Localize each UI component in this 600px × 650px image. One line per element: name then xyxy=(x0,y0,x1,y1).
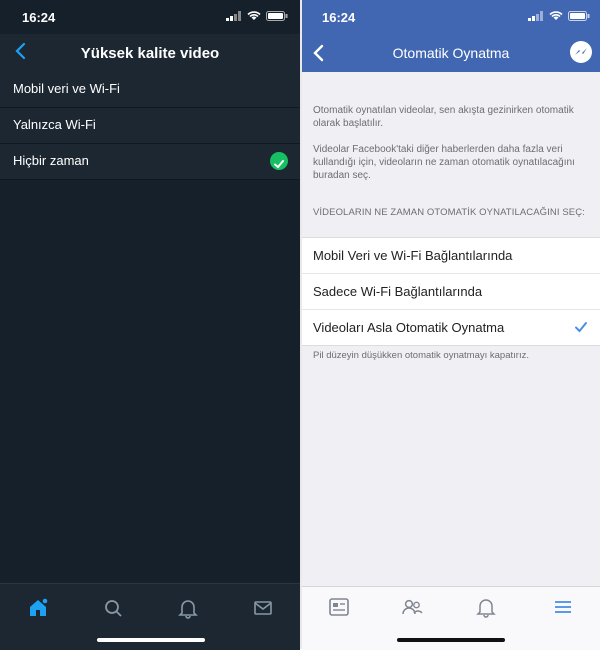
video-quality-options: Mobil veri ve Wi-Fi Yalnızca Wi-Fi Hiçbi… xyxy=(0,72,300,180)
option-label: Yalnızca Wi-Fi xyxy=(13,117,96,132)
twitter-screen: 16:24 Yüksek kalite video Mobil veri ve … xyxy=(0,0,300,650)
messenger-icon[interactable] xyxy=(570,41,592,63)
search-icon[interactable] xyxy=(101,596,125,620)
page-title: Yüksek kalite video xyxy=(80,45,220,62)
screenshot: 16:24 Yüksek kalite video Mobil veri ve … xyxy=(0,0,600,650)
selected-check-icon xyxy=(270,152,288,170)
tab-bar xyxy=(302,586,600,650)
page-title: Otomatik Oynatma xyxy=(392,45,510,61)
option-label: Sadece Wi-Fi Bağlantılarında xyxy=(313,284,483,299)
status-time: 16:24 xyxy=(322,10,356,25)
status-time: 16:24 xyxy=(22,10,56,25)
menu-icon[interactable] xyxy=(552,596,574,618)
facebook-screen: 16:24 Otomatik Oynatma Otomatik oynatıla… xyxy=(302,0,600,650)
battery-icon xyxy=(568,11,590,21)
signal-icon xyxy=(226,11,241,21)
option-wifi-only[interactable]: Sadece Wi-Fi Bağlantılarında xyxy=(302,274,600,310)
status-bar: 16:24 xyxy=(0,0,300,34)
option-label: Hiçbir zaman xyxy=(13,153,89,168)
bell-icon[interactable] xyxy=(475,596,497,618)
option-label: Videoları Asla Otomatik Oynatma xyxy=(313,320,505,335)
wifi-icon xyxy=(549,11,563,20)
friends-icon[interactable] xyxy=(401,596,423,618)
nav-bar: Otomatik Oynatma xyxy=(302,34,600,72)
option-never[interactable]: Hiçbir zaman xyxy=(0,144,300,180)
status-bar: 16:24 xyxy=(302,0,600,34)
signal-icon xyxy=(528,11,543,21)
option-label: Mobil Veri ve Wi-Fi Bağlantılarında xyxy=(313,248,513,263)
nav-bar: Yüksek kalite video xyxy=(0,34,300,72)
option-never-autoplay[interactable]: Videoları Asla Otomatik Oynatma xyxy=(302,310,600,345)
tab-bar xyxy=(0,583,300,650)
section-header: VİDEOLARIN NE ZAMAN OTOMATİK OYNATILACAĞ… xyxy=(313,207,585,218)
checkmark-icon xyxy=(575,322,587,333)
home-indicator xyxy=(97,638,205,642)
status-icons xyxy=(226,11,288,21)
option-mobile-and-wifi[interactable]: Mobil Veri ve Wi-Fi Bağlantılarında xyxy=(302,238,600,274)
autoplay-options: Mobil Veri ve Wi-Fi Bağlantılarında Sade… xyxy=(302,237,600,346)
news-feed-icon[interactable] xyxy=(328,596,350,618)
option-label: Mobil veri ve Wi-Fi xyxy=(13,81,120,96)
home-indicator xyxy=(397,638,505,642)
bell-icon[interactable] xyxy=(176,596,200,620)
battery-icon xyxy=(266,11,288,21)
intro-paragraph-1: Otomatik oynatılan videolar, sen akışta … xyxy=(313,105,574,129)
intro-paragraph-2: Videolar Facebook'taki diğer haberlerden… xyxy=(313,144,575,181)
wifi-icon xyxy=(247,11,261,20)
battery-note: Pil düzeyin düşükken otomatik oynatmayı … xyxy=(313,350,529,361)
home-icon[interactable] xyxy=(26,596,50,620)
option-mobile-and-wifi[interactable]: Mobil veri ve Wi-Fi xyxy=(0,72,300,108)
option-wifi-only[interactable]: Yalnızca Wi-Fi xyxy=(0,108,300,144)
status-icons xyxy=(528,11,590,21)
mail-icon[interactable] xyxy=(251,596,275,620)
